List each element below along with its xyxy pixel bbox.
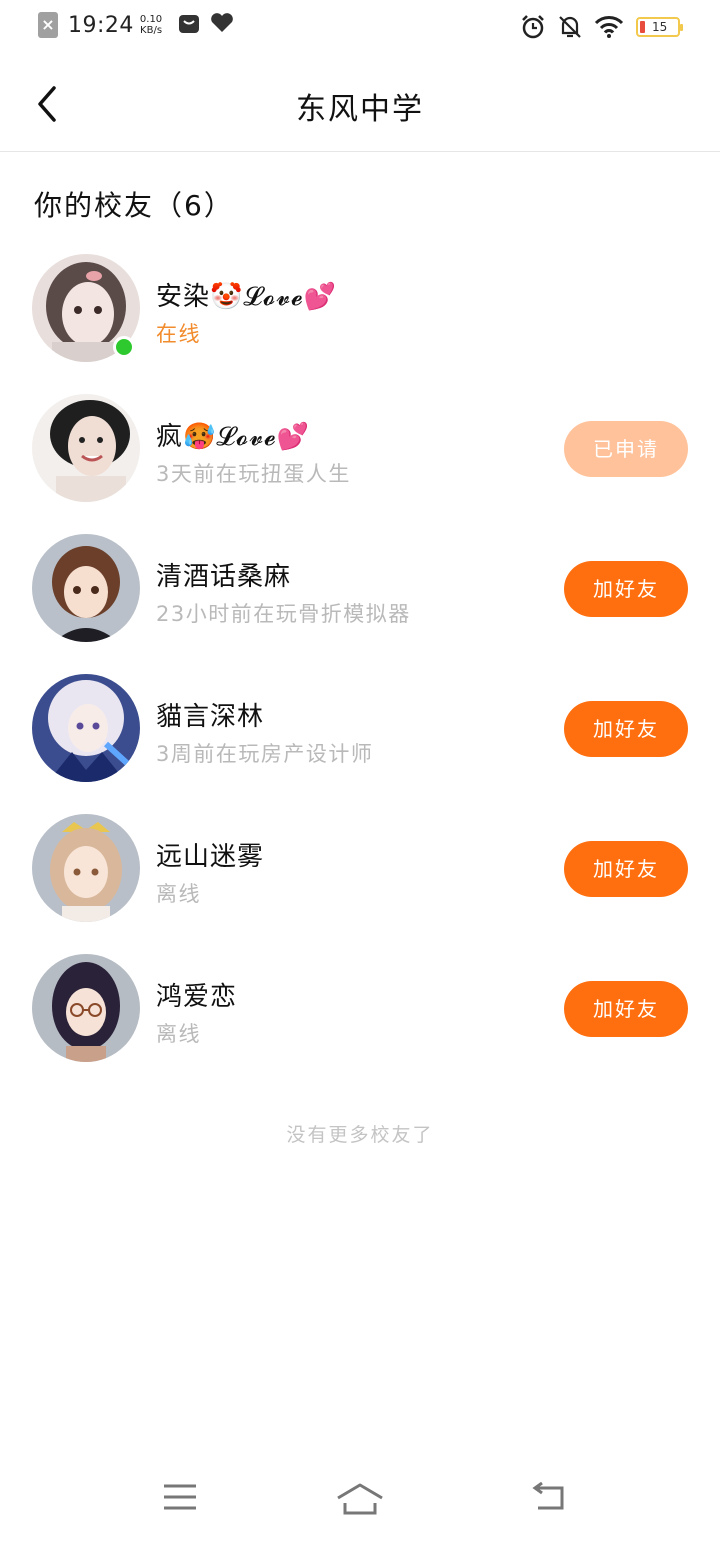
menu-button[interactable] [150, 1482, 210, 1522]
avatar[interactable] [32, 814, 140, 922]
alumni-name: 疯🥵𝓛𝓸𝓿𝓮💕 [156, 422, 311, 452]
alumni-name: 鸿爱恋 [156, 982, 238, 1012]
alumni-name: 安染🤡𝓛𝓸𝓿𝓮💕 [156, 282, 338, 312]
add-friend-button[interactable]: 加好友 [564, 981, 688, 1037]
return-icon [532, 1482, 564, 1510]
status-bar: × 19:24 0.10 KB/s 15 [0, 0, 720, 56]
alumni-row[interactable]: 貓言深林 3周前在玩房产设计师 加好友 [0, 658, 720, 798]
alumni-row[interactable]: 远山迷雾 离线 加好友 [0, 798, 720, 938]
mute-bell-icon [558, 14, 582, 40]
alarm-icon [520, 14, 546, 40]
status-time: 19:24 [68, 12, 134, 38]
notification-close-icon: × [38, 12, 58, 38]
home-icon [337, 1483, 383, 1515]
alumni-name: 清酒话桑麻 [156, 562, 292, 592]
avatar[interactable] [32, 534, 140, 642]
applied-button[interactable]: 已申请 [564, 421, 688, 477]
menu-icon [164, 1484, 196, 1510]
alumni-status: 3周前在玩房产设计师 [156, 742, 374, 766]
alumni-row[interactable]: 鸿爱恋 离线 加好友 [0, 938, 720, 1078]
alumni-row[interactable]: 疯🥵𝓛𝓸𝓿𝓮💕 3天前在玩扭蛋人生 已申请 [0, 378, 720, 518]
alumni-status: 离线 [156, 882, 201, 906]
add-friend-button[interactable]: 加好友 [564, 841, 688, 897]
add-friend-button[interactable]: 加好友 [564, 701, 688, 757]
wifi-icon [594, 15, 624, 39]
back-nav-button[interactable] [518, 1482, 578, 1522]
avatar[interactable] [32, 954, 140, 1062]
alumni-name: 远山迷雾 [156, 842, 265, 872]
status-bar-left: × 19:24 0.10 KB/s [38, 12, 234, 38]
alumni-row[interactable]: 清酒话桑麻 23小时前在玩骨折模拟器 加好友 [0, 518, 720, 658]
app-header: 东风中学 [0, 56, 720, 152]
alumni-row[interactable]: 安染🤡𝓛𝓸𝓿𝓮💕 在线 [0, 238, 720, 378]
page-title: 东风中学 [296, 92, 424, 127]
alumni-section-title: 你的校友（6） [34, 189, 234, 222]
battery-percent: 15 [652, 20, 668, 34]
status-bar-right: 15 [508, 14, 683, 40]
battery-icon: 15 [636, 17, 683, 37]
avatar[interactable] [32, 674, 140, 782]
home-button[interactable] [330, 1482, 390, 1522]
alumni-status: 3天前在玩扭蛋人生 [156, 462, 351, 486]
alumni-list: 安染🤡𝓛𝓸𝓿𝓮💕 在线 疯🥵𝓛𝓸𝓿𝓮💕 3天前在玩扭蛋人生 已申请 清酒话桑麻 … [0, 238, 720, 1078]
alumni-status: 在线 [156, 322, 201, 346]
alumni-status: 离线 [156, 1022, 201, 1046]
add-friend-button[interactable]: 加好友 [564, 561, 688, 617]
online-indicator [113, 336, 135, 358]
network-speed-value: 0.10 [139, 14, 163, 25]
no-more-alumni-note: 没有更多校友了 [286, 1124, 434, 1146]
network-speed: 0.10 KB/s [140, 14, 162, 36]
alumni-status: 23小时前在玩骨折模拟器 [156, 602, 411, 626]
avatar[interactable] [32, 394, 140, 502]
heart-icon [210, 13, 234, 37]
system-nav-bar [0, 1460, 720, 1544]
battery-level [640, 21, 645, 33]
alumni-name: 貓言深林 [156, 702, 265, 732]
shopping-bag-icon [178, 12, 200, 38]
network-speed-unit: KB/s [140, 25, 163, 36]
